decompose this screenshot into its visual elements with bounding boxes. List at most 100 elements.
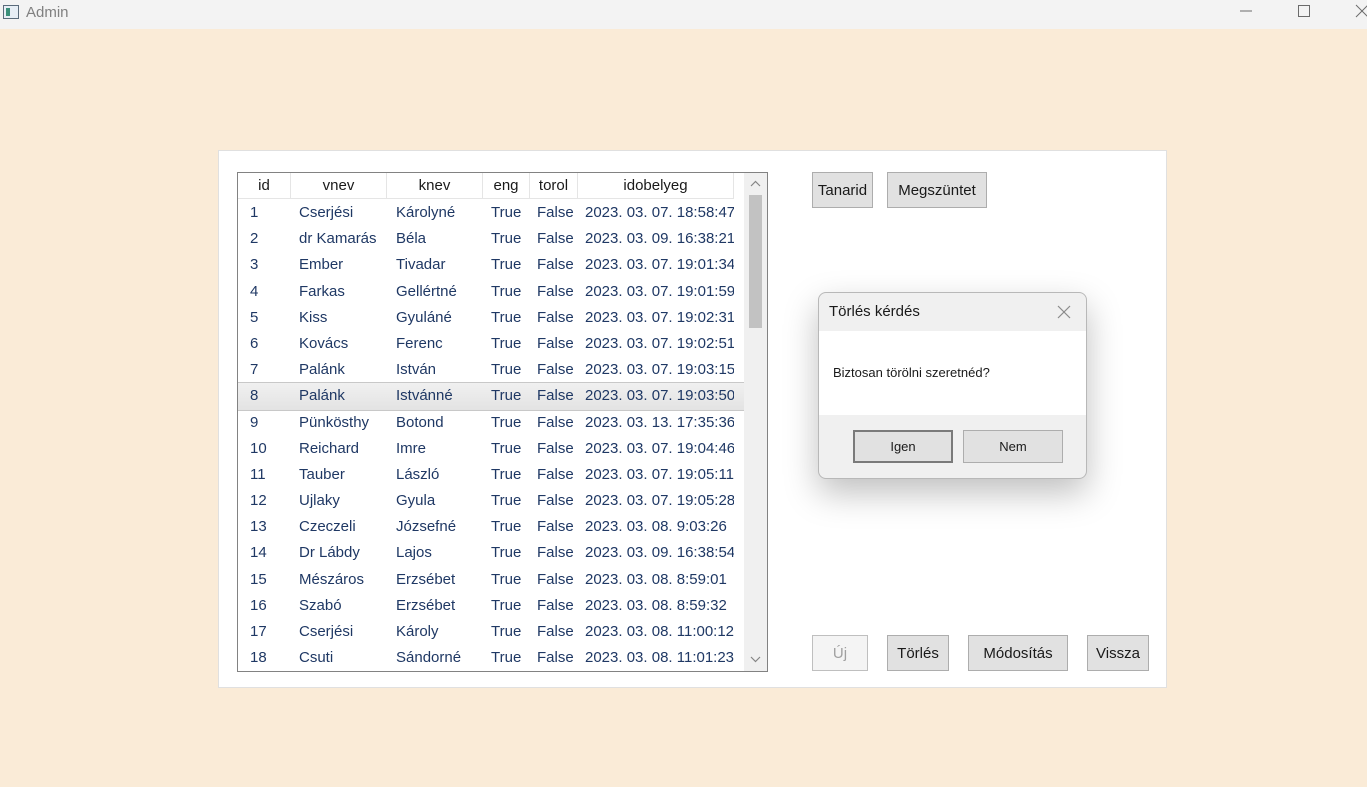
cell-eng: True [491,308,522,326]
cell-idobelyeg: 2023. 03. 07. 19:02:51 [585,334,734,352]
cell-id: 1 [250,204,259,221]
cell-vnev: Cserjési [299,204,354,221]
cell-knev: Gellértné [396,282,457,300]
cell-idobelyeg: 2023. 03. 07. 19:01:59 [585,282,734,300]
cell-knev: Józsefné [396,518,457,536]
modify-button[interactable]: Módosítás [968,635,1068,671]
close-button[interactable] [1338,0,1367,29]
cell-vnev: Kovács [299,334,349,352]
cell-id: 7 [250,361,259,379]
cell-torol: False [537,439,574,457]
cell-vnev: Cserjési [299,623,354,640]
table-row[interactable]: 16 Szabó Erzsébet True False 2023. 03. 08. 8:… [238,593,744,619]
tanarid-button[interactable]: Tanarid [812,172,873,208]
column-header-knev[interactable]: knev [387,173,483,199]
cell-vnev: Pünkösthy [299,413,370,431]
cell-knev: Tivadar [396,256,446,274]
table-row[interactable]: 7 Palánk István True False 2023. 03. 07. 19:0… [238,357,744,383]
table-row[interactable]: 12 Ujlaky Gyula True False 2023. 03. 07. 19:0… [238,488,744,514]
table-row[interactable]: 14 Dr Lábdy Lajos True False 2023. 03. 09. 16… [238,540,744,566]
cell-id: 13 [250,518,267,536]
cell-knev: Béla [396,230,427,248]
cell-knev: László [396,465,440,483]
table-row[interactable]: 4 Farkas Gellértné True False 2023. 03. 07. 1… [238,279,744,305]
cell-idobelyeg: 2023. 03. 13. 17:35:36 [585,413,734,431]
app-icon [3,5,19,19]
cell-knev: Erzsébet [396,570,456,588]
close-icon [1355,4,1367,18]
cell-knev: Károlyné [396,204,456,221]
new-button[interactable]: Új [812,635,868,671]
cell-torol: False [537,282,574,300]
scroll-thumb[interactable] [749,195,762,328]
maximize-button[interactable] [1280,0,1326,29]
cell-idobelyeg: 2023. 03. 08. 8:59:32 [585,596,727,614]
cell-eng: True [491,439,522,457]
dialog-close-button[interactable] [1055,303,1073,321]
table-row[interactable]: 5 Kiss Gyuláné True False 2023. 03. 07. 19:02… [238,305,744,331]
vertical-scrollbar[interactable] [744,173,767,671]
table-row[interactable]: 8 Palánk Istvánné True False 2023. 03. 07. 19… [238,382,745,411]
table-row[interactable]: 1 Cserjési Károlyné True False 2023. 03. 07. … [238,200,744,226]
cell-idobelyeg: 2023. 03. 07. 19:05:11 [585,465,734,483]
cell-torol: False [537,413,574,431]
cell-torol: False [537,623,574,640]
column-header-eng[interactable]: eng [483,173,530,199]
table-row[interactable]: 2 dr Kamarás Béla True False 2023. 03. 09. 16… [238,226,744,252]
column-header-id[interactable]: id [238,173,291,199]
cell-id: 11 [250,465,266,483]
cell-knev: István [396,361,437,379]
cell-id: 16 [250,596,267,614]
cell-eng: True [491,334,522,352]
cell-idobelyeg: 2023. 03. 08. 11:00:12 [585,623,734,640]
table-row[interactable]: 3 Ember Tivadar True False 2023. 03. 07. 19:0… [238,252,744,278]
dialog-yes-button[interactable]: Igen [853,430,953,463]
cell-id: 6 [250,334,259,352]
delete-button[interactable]: Törlés [887,635,949,671]
teacher-data-grid[interactable]: id vnev knev eng torol idobelyeg 1 Cserjé… [237,172,768,672]
scroll-up-button[interactable] [744,173,767,195]
cell-idobelyeg: 2023. 03. 09. 16:38:21 [585,230,734,248]
megszuntet-button[interactable]: Megszüntet [887,172,987,208]
cell-eng: True [491,570,522,588]
table-row[interactable]: 10 Reichard Imre True False 2023. 03. 07. 19:… [238,436,744,462]
scroll-down-button[interactable] [744,649,767,671]
table-row[interactable]: 15 Mészáros Erzsébet True False 2023. 03. 08.… [238,567,744,593]
table-row[interactable]: 6 Kovács Ferenc True False 2023. 03. 07. 19:0… [238,331,744,357]
cell-idobelyeg: 2023. 03. 07. 19:04:46 [585,439,734,457]
cell-vnev: dr Kamarás [299,230,377,248]
column-header-torol[interactable]: torol [530,173,578,199]
delete-confirm-dialog: Törlés kérdés Biztosan törölni szeretnéd… [818,292,1087,479]
cell-eng: True [491,230,522,248]
table-row[interactable]: 11 Tauber László True False 2023. 03. 07. 19:… [238,462,744,488]
dialog-message: Biztosan törölni szeretnéd? [833,365,990,380]
cell-knev: Sándorné [396,649,462,667]
column-header-idobelyeg[interactable]: idobelyeg [578,173,734,199]
dialog-title: Törlés kérdés [829,303,920,320]
cell-idobelyeg: 2023. 03. 08. 9:03:26 [585,518,727,536]
cell-torol: False [537,649,574,667]
cell-torol: False [537,596,574,614]
table-row[interactable]: 18 Csuti Sándorné True False 2023. 03. 08. 11… [238,645,744,671]
cell-vnev: Mészáros [299,570,365,588]
cell-eng: True [491,623,522,640]
cell-torol: False [537,544,574,562]
cell-torol: False [537,256,574,274]
cell-id: 8 [250,387,259,405]
cell-id: 10 [250,439,267,457]
table-row[interactable]: 13 Czeczeli Józsefné True False 2023. 03. 08.… [238,514,744,540]
table-row[interactable]: 9 Pünkösthy Botond True False 2023. 03. 13. 1… [238,410,744,436]
cell-id: 18 [250,649,267,667]
cell-eng: True [491,361,522,379]
cell-id: 5 [250,308,259,326]
minimize-button[interactable] [1222,0,1268,29]
cell-torol: False [537,308,574,326]
back-button[interactable]: Vissza [1087,635,1149,671]
cell-knev: Lajos [396,544,432,562]
cell-idobelyeg: 2023. 03. 07. 19:03:50 [585,387,734,405]
column-header-vnev[interactable]: vnev [291,173,387,199]
cell-vnev: Kiss [299,308,328,326]
table-row[interactable]: 17 Cserjési Károly True False 2023. 03. 08. 1… [238,619,744,645]
dialog-no-button[interactable]: Nem [963,430,1063,463]
cell-idobelyeg: 2023. 03. 07. 19:02:31 [585,308,734,326]
